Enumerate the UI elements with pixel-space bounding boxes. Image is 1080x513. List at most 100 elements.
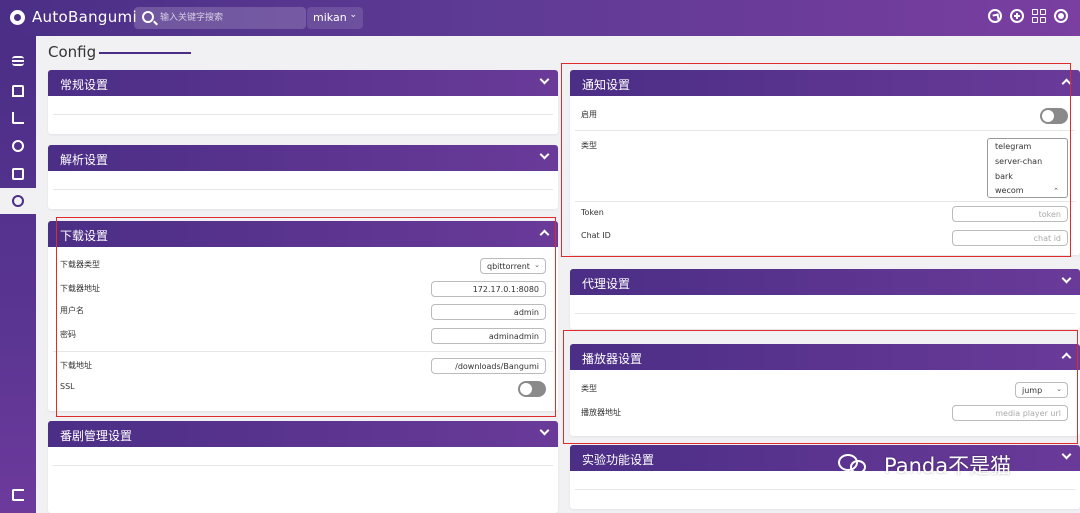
password-input[interactable]: adminadmin (431, 328, 546, 344)
general-settings-header[interactable]: 常规设置 (48, 70, 558, 96)
notification-type-label: 类型 (581, 141, 597, 150)
username-label: 用户名 (60, 306, 84, 315)
chevron-down-icon (539, 425, 550, 436)
page-title: Config (48, 43, 97, 61)
apps-icon[interactable] (1032, 9, 1046, 23)
option-wecom[interactable]: wecom (995, 186, 1024, 195)
search-input[interactable] (160, 10, 300, 26)
play-icon (12, 140, 24, 152)
player-type-select[interactable]: jump ⌄ (1015, 382, 1068, 398)
chevron-down-icon (1061, 273, 1072, 284)
downloader-type-label: 下载器类型 (60, 260, 100, 269)
search-box[interactable] (134, 7, 306, 29)
token-label: Token (581, 208, 604, 217)
notification-settings-header[interactable]: 通知设置 (570, 70, 1080, 96)
app-title: AutoBangumi (32, 8, 137, 26)
dashboard-icon[interactable] (988, 9, 1002, 23)
parser-settings-header[interactable]: 解析设置 (48, 145, 558, 171)
divider (575, 489, 1075, 490)
rss-icon (12, 112, 24, 124)
sidebar-item-player[interactable] (0, 133, 36, 159)
option-telegram[interactable]: telegram (995, 142, 1031, 151)
divider (53, 114, 553, 115)
sidebar-item-logout[interactable] (0, 482, 36, 508)
proxy-settings-header[interactable]: 代理设置 (570, 269, 1080, 295)
sidebar-item-home[interactable] (0, 78, 36, 104)
player-url-label: 播放器地址 (581, 408, 621, 417)
manage-settings-title: 番剧管理设置 (60, 429, 133, 443)
record-icon[interactable] (1054, 9, 1068, 23)
search-icon (142, 11, 154, 23)
option-bark[interactable]: bark (995, 172, 1013, 181)
parser-settings-title: 解析设置 (60, 153, 109, 167)
wechat-icon (838, 452, 868, 476)
sidebar-item-rss[interactable] (0, 105, 36, 131)
downloader-type-select[interactable]: qbittorrent ⌄ (480, 258, 546, 274)
username-input[interactable]: admin (431, 304, 546, 320)
chevron-up-icon (1061, 78, 1072, 89)
notification-settings-card: 通知设置 启用 类型 telegram server-chan bark wec… (570, 70, 1080, 255)
experimental-settings-title: 实验功能设置 (582, 453, 655, 467)
add-icon[interactable] (1010, 9, 1024, 23)
option-server-chan[interactable]: server-chan (995, 157, 1042, 166)
chat-id-input[interactable]: chat id (952, 230, 1068, 246)
ssl-label: SSL (60, 382, 75, 391)
manage-settings-header[interactable]: 番剧管理设置 (48, 421, 558, 447)
token-input[interactable]: token (952, 206, 1068, 222)
home-icon (12, 85, 24, 97)
downloader-settings-card: 下载设置 下载器类型 qbittorrent ⌄ 下载器地址 172.17.0.… (48, 221, 558, 411)
chevron-down-icon (1061, 449, 1072, 460)
divider (575, 313, 1075, 314)
title-underline (99, 52, 191, 54)
manage-settings-card: 番剧管理设置 (48, 421, 558, 513)
app-logo-icon (10, 10, 25, 25)
player-settings-card: 播放器设置 类型 jump ⌄ 播放器地址 media player url (570, 344, 1080, 436)
menu-icon (12, 56, 24, 66)
chevron-up-icon: ⌃ (1053, 187, 1059, 195)
player-type-label: 类型 (581, 384, 597, 393)
parser-settings-card: 解析设置 (48, 145, 558, 209)
log-icon (12, 168, 24, 180)
watermark-text: Panda不是猫 (884, 454, 1012, 478)
chevron-down-icon: ⌄ (1056, 385, 1062, 393)
downloader-settings-header[interactable]: 下载设置 (48, 221, 558, 247)
proxy-settings-title: 代理设置 (582, 277, 631, 291)
download-path-label: 下载地址 (60, 361, 92, 370)
downloader-host-input[interactable]: 172.17.0.1:8080 (431, 281, 546, 297)
downloader-host-label: 下载器地址 (60, 284, 100, 293)
ssl-toggle[interactable] (518, 381, 546, 397)
notification-type-listbox[interactable]: telegram server-chan bark wecom ⌃ (987, 138, 1068, 198)
top-bar: AutoBangumi mikan ⌄ (0, 0, 1080, 36)
logout-icon (12, 489, 24, 501)
sidebar-item-log[interactable] (0, 161, 36, 187)
top-actions (988, 9, 1068, 23)
downloader-settings-title: 下载设置 (60, 229, 109, 243)
divider (575, 130, 1075, 131)
general-settings-title: 常规设置 (60, 78, 109, 92)
divider (53, 189, 553, 190)
sidebar (0, 36, 36, 513)
notification-settings-title: 通知设置 (582, 78, 631, 92)
chevron-up-icon (539, 229, 550, 240)
divider (53, 465, 553, 466)
rss-source-value: mikan (313, 11, 347, 24)
chevron-down-icon (539, 74, 550, 85)
rss-source-select[interactable]: mikan ⌄ (307, 7, 363, 29)
chevron-down-icon (539, 149, 550, 160)
notification-enable-toggle[interactable] (1040, 108, 1068, 124)
chevron-up-icon (1061, 352, 1072, 363)
downloader-type-value: qbittorrent (487, 262, 530, 271)
notification-enable-label: 启用 (581, 110, 597, 119)
divider (53, 351, 553, 352)
player-settings-header[interactable]: 播放器设置 (570, 344, 1080, 370)
chat-id-label: Chat ID (581, 231, 611, 240)
sidebar-item-config[interactable] (0, 188, 36, 214)
password-label: 密码 (60, 330, 76, 339)
divider (575, 201, 1075, 202)
proxy-settings-card: 代理设置 (570, 269, 1080, 329)
download-path-input[interactable]: /downloads/Bangumi (431, 358, 546, 374)
chevron-down-icon: ⌄ (349, 10, 357, 20)
player-url-input[interactable]: media player url (952, 405, 1068, 421)
sidebar-toggle[interactable] (0, 48, 36, 74)
chevron-down-icon: ⌄ (534, 261, 540, 269)
